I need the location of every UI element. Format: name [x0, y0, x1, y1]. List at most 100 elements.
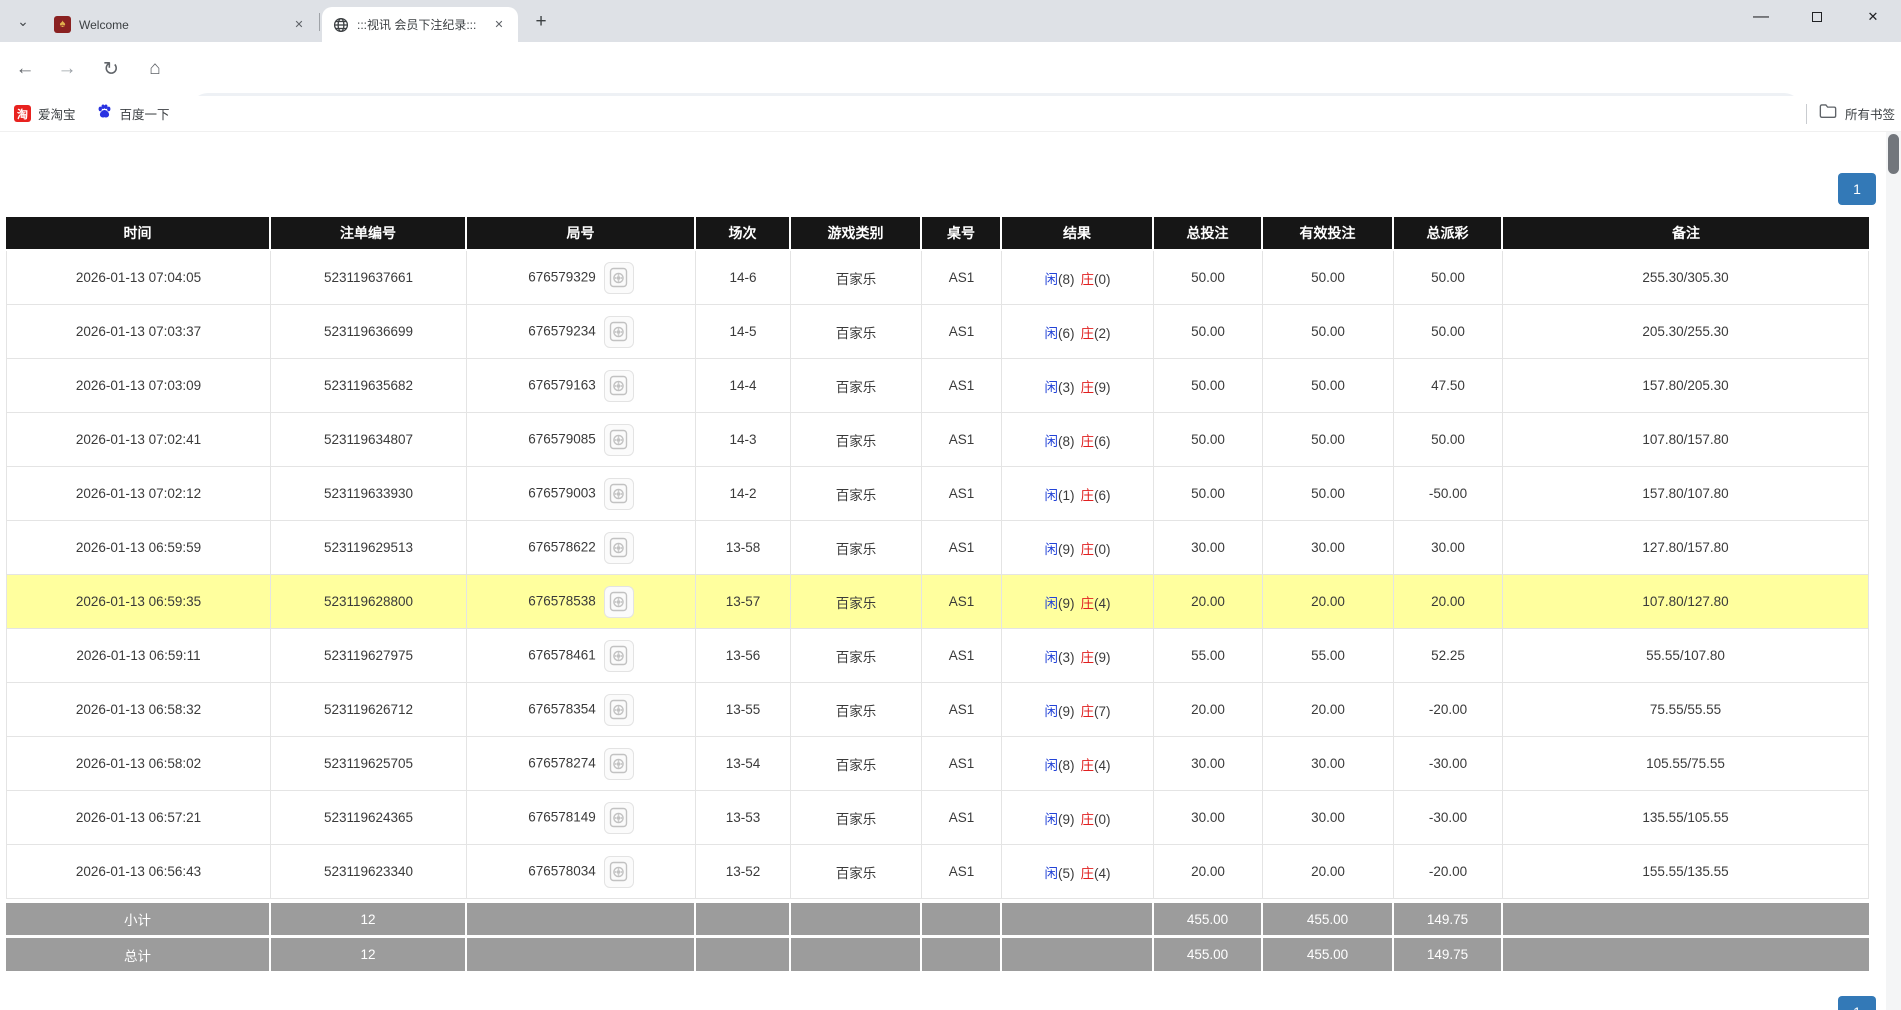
cell-total-bet[interactable]: 30.00: [1154, 791, 1263, 845]
banker-label: 庄: [1081, 488, 1095, 503]
minimize-button[interactable]: —: [1733, 0, 1789, 34]
cell-total-bet[interactable]: 20.00: [1154, 683, 1263, 737]
col-session: 场次: [696, 217, 791, 251]
cell-session: 13-52: [696, 845, 791, 899]
window-close-button[interactable]: ✕: [1845, 0, 1901, 34]
cell-round: 676578354: [467, 683, 696, 737]
video-replay-button[interactable]: [604, 532, 634, 564]
banker-score: (4): [1094, 596, 1111, 611]
back-button[interactable]: ←: [10, 54, 40, 84]
cell-note: 255.30/305.30: [1503, 251, 1869, 305]
round-number: 676579163: [528, 377, 596, 392]
player-label: 闲: [1045, 542, 1059, 557]
video-replay-button[interactable]: [604, 370, 634, 402]
cell-session: 13-57: [696, 575, 791, 629]
summary-empty: [1503, 899, 1869, 935]
cell-bet-id: 523119635682: [271, 359, 467, 413]
banker-label: 庄: [1081, 704, 1095, 719]
pagination-page-1-button[interactable]: 1: [1838, 173, 1876, 205]
video-replay-button[interactable]: [604, 478, 634, 510]
cell-payout: 47.50: [1394, 359, 1503, 413]
cell-result: 闲(5)庄(4): [1002, 845, 1154, 899]
banker-score: (2): [1094, 326, 1111, 341]
scrollbar-thumb[interactable]: [1888, 134, 1899, 174]
cell-table-no: AS1: [922, 467, 1002, 521]
maximize-button[interactable]: [1789, 0, 1845, 34]
video-replay-button[interactable]: [604, 262, 634, 294]
table-row: 2026-01-13 07:04:05 523119637661 6765793…: [6, 251, 1869, 305]
summary-row: 小计 12 455.00 455.00 149.75: [6, 899, 1869, 935]
banker-score: (7): [1094, 704, 1111, 719]
round-number: 676578538: [528, 593, 596, 608]
cell-total-bet[interactable]: 20.00: [1154, 575, 1263, 629]
cell-session: 14-2: [696, 467, 791, 521]
pagination-bottom-button[interactable]: 1: [1838, 996, 1876, 1010]
cell-time: 2026-01-13 06:58:32: [6, 683, 271, 737]
cell-total-bet[interactable]: 55.00: [1154, 629, 1263, 683]
video-replay-button[interactable]: [604, 586, 634, 618]
cell-total-bet[interactable]: 50.00: [1154, 305, 1263, 359]
bookmark-taobao[interactable]: 淘 爱淘宝: [4, 101, 86, 127]
cell-payout: -50.00: [1394, 467, 1503, 521]
col-game: 游戏类别: [791, 217, 922, 251]
table-row: 2026-01-13 07:03:09 523119635682 6765791…: [6, 359, 1869, 413]
cell-total-bet[interactable]: 30.00: [1154, 521, 1263, 575]
cell-payout: -20.00: [1394, 845, 1503, 899]
banker-score: (9): [1094, 650, 1111, 665]
cell-bet-id: 523119625705: [271, 737, 467, 791]
new-tab-button[interactable]: +: [528, 9, 554, 35]
col-round: 局号: [467, 217, 696, 251]
cell-time: 2026-01-13 06:59:35: [6, 575, 271, 629]
cell-total-bet[interactable]: 20.00: [1154, 845, 1263, 899]
cell-table-no: AS1: [922, 683, 1002, 737]
video-replay-button[interactable]: [604, 316, 634, 348]
cell-total-bet[interactable]: 50.00: [1154, 359, 1263, 413]
summary-empty: [1503, 935, 1869, 971]
tab-close-icon[interactable]: ✕: [290, 16, 308, 34]
summary-valid: 455.00: [1263, 899, 1394, 935]
tab-bet-records[interactable]: :::视讯 会员下注纪录::: ✕: [322, 7, 518, 42]
page-scrollbar[interactable]: [1886, 132, 1901, 1010]
cell-valid-bet: 30.00: [1263, 791, 1394, 845]
reload-button[interactable]: ↻: [96, 54, 126, 84]
player-score: (3): [1058, 380, 1075, 395]
tab-close-icon[interactable]: ✕: [490, 16, 508, 34]
banker-score: (0): [1094, 542, 1111, 557]
cell-payout: -20.00: [1394, 683, 1503, 737]
cell-note: 107.80/157.80: [1503, 413, 1869, 467]
home-button[interactable]: ⌂: [140, 54, 170, 84]
tab-welcome[interactable]: ♠ Welcome ✕: [44, 7, 318, 42]
video-replay-button[interactable]: [604, 802, 634, 834]
cell-payout: 50.00: [1394, 305, 1503, 359]
round-number: 676578354: [528, 701, 596, 716]
cell-total-bet[interactable]: 50.00: [1154, 467, 1263, 521]
cell-total-bet[interactable]: 50.00: [1154, 251, 1263, 305]
video-replay-button[interactable]: [604, 856, 634, 888]
video-replay-button[interactable]: [604, 748, 634, 780]
col-result: 结果: [1002, 217, 1154, 251]
banker-score: (4): [1094, 866, 1111, 881]
summary-empty: [922, 899, 1002, 935]
tab-search-button[interactable]: ⌄: [10, 8, 36, 34]
cell-time: 2026-01-13 06:56:43: [6, 845, 271, 899]
player-score: (1): [1058, 488, 1075, 503]
cell-game: 百家乐: [791, 521, 922, 575]
cell-time: 2026-01-13 06:58:02: [6, 737, 271, 791]
round-number: 676579003: [528, 485, 596, 500]
cell-result: 闲(3)庄(9): [1002, 629, 1154, 683]
cell-total-bet[interactable]: 30.00: [1154, 737, 1263, 791]
tab-title: Welcome: [79, 18, 282, 32]
video-replay-button[interactable]: [604, 694, 634, 726]
cell-total-bet[interactable]: 50.00: [1154, 413, 1263, 467]
summary-label: 小计: [6, 899, 271, 935]
banker-label: 庄: [1081, 866, 1095, 881]
all-bookmarks-button[interactable]: 所有书签: [1819, 103, 1901, 124]
bookmark-baidu[interactable]: 百度一下: [86, 101, 180, 127]
video-replay-button[interactable]: [604, 424, 634, 456]
window-controls: — ✕: [1733, 0, 1901, 34]
video-replay-button[interactable]: [604, 640, 634, 672]
cell-result: 闲(6)庄(2): [1002, 305, 1154, 359]
tab-divider: [319, 13, 320, 31]
forward-button[interactable]: →: [52, 54, 82, 84]
cell-valid-bet: 20.00: [1263, 575, 1394, 629]
